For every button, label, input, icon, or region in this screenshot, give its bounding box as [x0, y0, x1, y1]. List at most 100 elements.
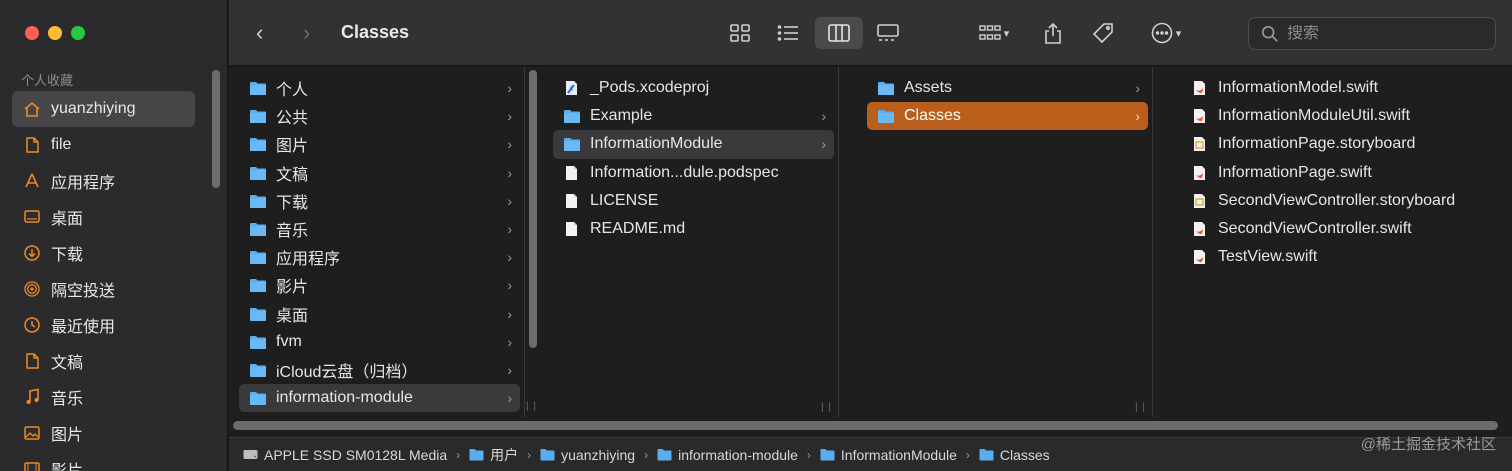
item-label: README.md — [590, 220, 686, 238]
horizontal-scrollbar[interactable] — [233, 421, 1498, 430]
folder-item[interactable]: 影片 › — [239, 271, 520, 299]
path-segment[interactable]: InformationModule — [820, 447, 957, 463]
sidebar-item[interactable]: file — [12, 127, 195, 163]
file-item[interactable]: SecondViewController.swift — [1181, 215, 1508, 243]
path-segment-label: APPLE SSD SM0128L Media — [264, 446, 448, 463]
search-input[interactable] — [1287, 24, 1477, 43]
icon-view-button[interactable] — [726, 17, 754, 49]
path-segment[interactable]: 用户 — [469, 445, 518, 465]
folder-item[interactable]: 文稿 › — [239, 159, 520, 187]
folder-item[interactable]: Example › — [553, 102, 834, 130]
folder-item[interactable]: Assets › — [867, 74, 1148, 102]
sidebar-scrollbar[interactable] — [212, 70, 220, 188]
chevron-right-icon: › — [527, 447, 532, 462]
column-scrollbar[interactable] — [529, 70, 537, 348]
sidebar-item-label: 文稿 — [51, 355, 84, 372]
column-view-button[interactable] — [815, 17, 863, 49]
group-grid-icon — [979, 25, 1001, 40]
folder-item[interactable]: 应用程序 › — [239, 243, 520, 271]
storyboard-file-icon — [1194, 137, 1205, 152]
sidebar-item[interactable]: 图片 — [12, 415, 195, 451]
share-button[interactable] — [1041, 17, 1065, 49]
item-label: InformationModule — [590, 135, 723, 153]
folder-item[interactable]: 下载 › — [239, 187, 520, 215]
back-button[interactable]: ‹ — [256, 20, 263, 46]
path-segment[interactable]: APPLE SSD SM0128L Media — [243, 447, 447, 463]
sidebar-item[interactable]: 音乐 — [12, 379, 195, 415]
disk-icon — [243, 450, 258, 459]
group-by-button[interactable]: ▾ — [969, 17, 1019, 49]
desktop-icon — [22, 207, 42, 227]
download-icon — [22, 243, 42, 263]
sidebar-item[interactable]: 文稿 — [12, 343, 195, 379]
chevron-right-icon: › — [507, 164, 512, 181]
document-icon — [22, 351, 42, 371]
path-segment-label: yuanzhiying — [561, 446, 636, 463]
applications-icon — [22, 171, 42, 191]
folder-icon — [250, 82, 266, 96]
file-item[interactable]: TestView.swift — [1181, 243, 1508, 271]
folder-item[interactable]: 个人 › — [239, 74, 520, 102]
window-controls — [25, 26, 85, 40]
item-label: _Pods.xcodeproj — [590, 79, 710, 97]
share-icon — [1045, 22, 1061, 44]
more-actions-button[interactable]: ▾ — [1143, 17, 1189, 49]
folder-item[interactable]: 桌面 › — [239, 300, 520, 328]
item-label: TestView.swift — [1218, 248, 1318, 266]
file-item[interactable]: InformationPage.swift — [1181, 159, 1508, 187]
sidebar-item[interactable]: 应用程序 — [12, 163, 195, 199]
chevron-down-icon: ▾ — [1003, 27, 1010, 40]
sidebar-item-label: 应用程序 — [51, 175, 116, 192]
gallery-view-button[interactable] — [874, 17, 902, 49]
item-label: SecondViewController.swift — [1218, 220, 1412, 238]
zoom-window-button[interactable] — [71, 26, 85, 40]
folder-item[interactable]: iCloud云盘（归档） › — [239, 356, 520, 384]
ellipsis-circle-icon — [1151, 22, 1173, 44]
chevron-right-icon: › — [456, 447, 461, 462]
forward-button[interactable]: › — [303, 20, 310, 46]
file-item[interactable]: InformationPage.storyboard — [1181, 130, 1508, 158]
file-item[interactable]: InformationModel.swift — [1181, 74, 1508, 102]
film-icon — [22, 459, 42, 471]
sidebar-item[interactable]: yuanzhiying — [12, 91, 195, 127]
folder-icon — [250, 363, 266, 377]
document-icon — [22, 135, 42, 155]
file-item[interactable]: SecondViewController.storyboard — [1181, 187, 1508, 215]
list-view-button[interactable] — [774, 17, 802, 49]
sidebar-item-label: 桌面 — [51, 211, 84, 228]
file-item[interactable]: InformationModuleUtil.swift — [1181, 102, 1508, 130]
item-label: InformationPage.storyboard — [1218, 135, 1416, 153]
folder-item[interactable]: 公共 › — [239, 102, 520, 130]
search-field[interactable] — [1248, 17, 1496, 50]
sidebar-item[interactable]: 桌面 — [12, 199, 195, 235]
file-item[interactable]: Information...dule.podspec — [553, 159, 834, 187]
path-segment[interactable]: Classes — [979, 447, 1050, 463]
folder-item[interactable]: information-module › — [239, 384, 520, 413]
path-segment[interactable]: yuanzhiying — [540, 447, 635, 463]
item-label: information-module — [276, 389, 413, 407]
folder-icon — [250, 392, 266, 406]
folder-item[interactable]: InformationModule › — [553, 130, 834, 159]
sidebar-item[interactable]: 下载 — [12, 235, 195, 271]
item-label: InformationModel.swift — [1218, 79, 1379, 97]
chevron-right-icon: › — [507, 221, 512, 238]
minimize-window-button[interactable] — [48, 26, 62, 40]
column-3: Assets › Classes › | | — [857, 67, 1153, 417]
tags-button[interactable] — [1089, 17, 1117, 49]
folder-icon — [820, 449, 835, 461]
folder-icon — [250, 166, 266, 180]
folder-item[interactable]: 音乐 › — [239, 215, 520, 243]
path-segment-label: 用户 — [490, 446, 519, 463]
sidebar-item[interactable]: 隔空投送 — [12, 271, 195, 307]
file-item[interactable]: A _Pods.xcodeproj — [553, 74, 834, 102]
folder-item[interactable]: Classes › — [867, 102, 1148, 131]
file-item[interactable]: LICENSE — [553, 187, 834, 215]
sidebar-item[interactable]: 最近使用 — [12, 307, 195, 343]
close-window-button[interactable] — [25, 26, 39, 40]
file-item[interactable]: README.md — [553, 215, 834, 243]
folder-item[interactable]: 图片 › — [239, 130, 520, 158]
folder-item[interactable]: fvm › — [239, 328, 520, 356]
sidebar-item[interactable]: 影片 — [12, 451, 195, 471]
folder-icon — [250, 279, 266, 293]
path-segment[interactable]: information-module — [657, 447, 798, 463]
